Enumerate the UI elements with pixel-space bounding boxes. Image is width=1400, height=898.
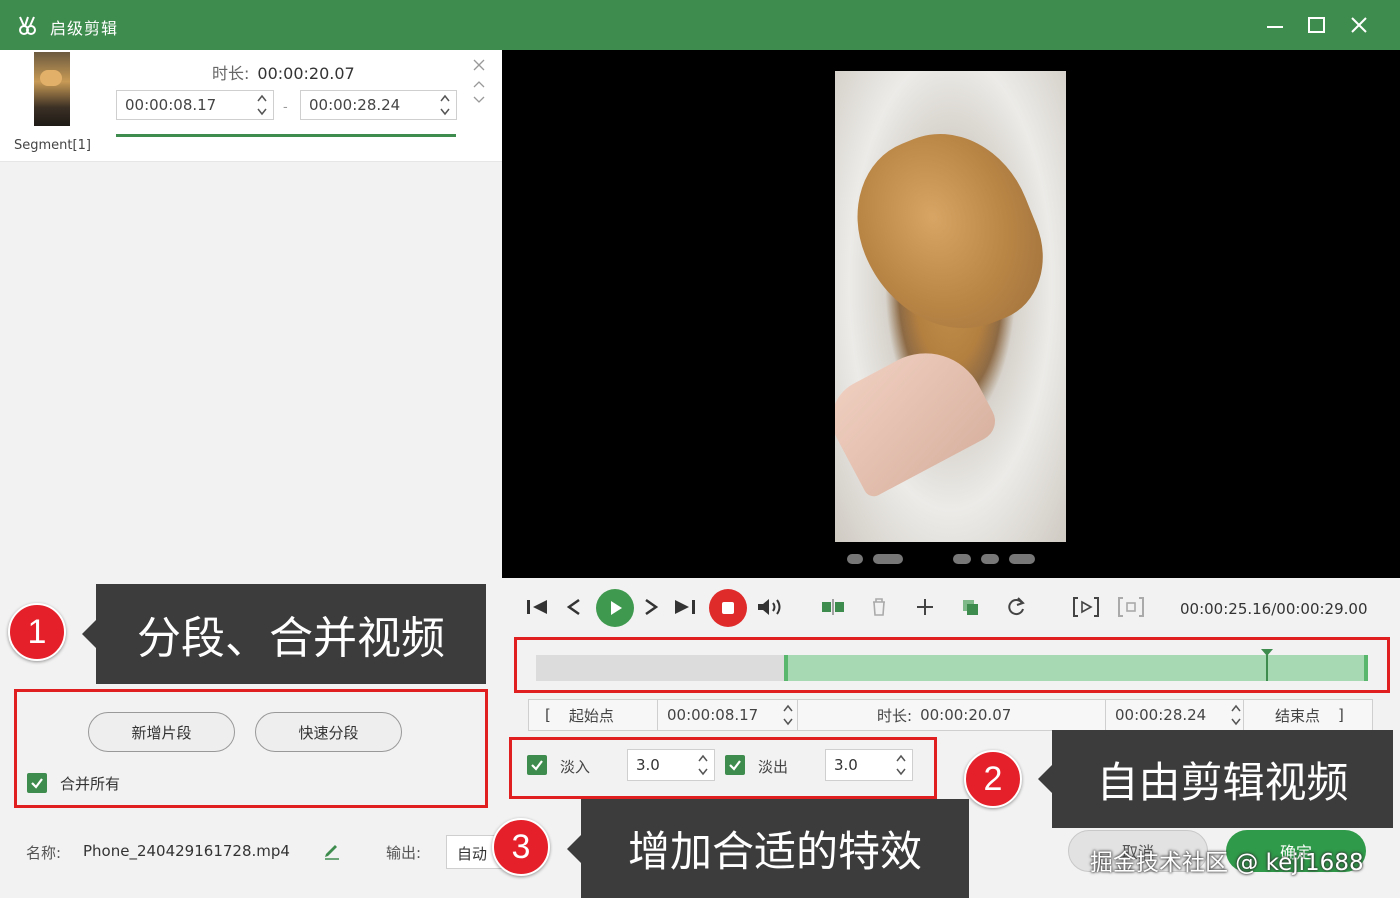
highlight-box-fade — [509, 737, 937, 799]
set-start-button[interactable]: [ 起始点 — [545, 700, 614, 730]
maximize-button[interactable] — [1304, 12, 1330, 38]
previous-frame-button[interactable] — [559, 592, 589, 622]
spinner-arrows-icon[interactable] — [1229, 702, 1243, 728]
remove-segment-icon[interactable] — [472, 58, 486, 72]
end-point-label: 结束点 — [1275, 706, 1321, 725]
range-row: [ 起始点 00:00:08.17 时长: 00:00:20.07 00:00:… — [528, 699, 1373, 731]
spinner-arrows-icon[interactable] — [438, 92, 452, 118]
play-icon — [611, 601, 622, 615]
segment-label: Segment[1] — [14, 138, 91, 153]
play-button[interactable] — [596, 589, 634, 627]
annotation-number-2: 2 — [964, 750, 1022, 808]
segment-duration-value: 00:00:20.07 — [257, 64, 355, 83]
range-duration: 时长: 00:00:20.07 — [877, 700, 1011, 730]
spinner-arrows-icon[interactable] — [781, 702, 795, 728]
playback-toolbar: 00:00:25.16/00:00:29.00 — [502, 578, 1400, 640]
copy-button[interactable] — [955, 592, 985, 622]
stop-button[interactable] — [709, 589, 747, 627]
close-icon — [1351, 17, 1367, 33]
minimize-icon — [1267, 26, 1283, 28]
annotation-number-3: 3 — [492, 818, 550, 876]
highlight-box-timeline — [514, 637, 1390, 693]
end-bracket: ] — [1338, 706, 1344, 724]
next-frame-button[interactable] — [636, 592, 666, 622]
range-duration-label: 时长: — [877, 706, 913, 725]
stop-icon — [722, 602, 734, 614]
start-time-value: 00:00:08.17 — [667, 706, 759, 724]
next-frame-icon — [645, 598, 659, 616]
video-overlay-icons — [835, 545, 1066, 573]
app-title: 启级剪辑 — [50, 19, 119, 38]
annotation-number-1: 1 — [8, 603, 66, 661]
output-label: 输出: — [386, 844, 422, 862]
maximize-icon — [1308, 17, 1325, 33]
annotation-callout-2: 自由剪辑视频 — [1038, 730, 1393, 828]
minimize-button[interactable] — [1262, 12, 1288, 38]
title-bar: 启级剪辑 — [0, 0, 1400, 50]
start-time-input[interactable]: 00:00:08.17 — [667, 700, 795, 730]
highlight-box-segments — [14, 689, 488, 808]
move-up-icon[interactable] — [473, 80, 485, 88]
end-time-value: 00:00:28.24 — [1115, 706, 1207, 724]
reset-button[interactable] — [1001, 592, 1031, 622]
stop-selection-icon — [1118, 597, 1144, 617]
play-selection-button[interactable] — [1071, 592, 1101, 622]
annotation-callout-1: 分段、合并视频 — [82, 584, 486, 684]
file-name-label: 名称: — [26, 844, 62, 862]
file-name-value: Phone_240429161728.mp4 — [83, 842, 290, 860]
range-duration-value: 00:00:20.07 — [920, 706, 1012, 724]
stop-selection-button[interactable] — [1116, 592, 1146, 622]
go-to-start-button[interactable] — [522, 592, 552, 622]
play-selection-icon — [1073, 597, 1099, 617]
segment-thumbnail[interactable] — [34, 52, 70, 126]
spinner-arrows-icon[interactable] — [255, 92, 269, 118]
plus-icon — [917, 599, 933, 615]
segment-start-value: 00:00:08.17 — [125, 96, 217, 114]
edit-icon[interactable] — [322, 840, 342, 860]
segment-duration-label: 时长: — [212, 64, 250, 83]
annotation-callout-3: 增加合适的特效 — [567, 799, 969, 898]
time-readout: 00:00:25.16/00:00:29.00 — [1180, 600, 1368, 618]
output-value: 自动 — [457, 845, 488, 863]
close-window-button[interactable] — [1346, 12, 1372, 38]
watermark: 掘金技术社区 @ keji1688 — [1090, 850, 1364, 876]
segment-end-input[interactable]: 00:00:28.24 — [300, 90, 457, 120]
segment-end-value: 00:00:28.24 — [309, 96, 401, 114]
segment-card[interactable]: Segment[1] 时长: 00:00:20.07 00:00:08.17 - … — [0, 50, 502, 162]
segment-range-separator: - — [283, 100, 288, 115]
volume-button[interactable] — [755, 592, 785, 622]
set-end-button[interactable]: 结束点 ] — [1275, 700, 1344, 730]
go-to-end-button[interactable] — [670, 592, 700, 622]
split-button[interactable] — [818, 592, 848, 622]
segment-start-input[interactable]: 00:00:08.17 — [116, 90, 274, 120]
start-point-label: 起始点 — [568, 706, 614, 725]
app-logo-icon — [19, 16, 36, 35]
video-preview[interactable] — [502, 50, 1400, 578]
add-button[interactable] — [910, 592, 940, 622]
move-down-icon[interactable] — [473, 96, 485, 104]
trash-icon — [873, 598, 885, 616]
start-bracket: [ — [545, 706, 551, 724]
segment-progress-bar — [116, 134, 456, 137]
video-frame — [835, 71, 1066, 542]
copy-icon — [963, 600, 978, 615]
skip-start-icon — [527, 600, 547, 614]
segment-duration: 时长: 00:00:20.07 — [212, 60, 355, 84]
delete-button[interactable] — [864, 592, 894, 622]
skip-end-icon — [675, 600, 695, 614]
volume-icon — [758, 599, 781, 615]
refresh-icon — [1008, 597, 1025, 616]
previous-frame-icon — [566, 598, 580, 616]
split-icon — [822, 599, 844, 615]
end-time-input[interactable]: 00:00:28.24 — [1115, 700, 1243, 730]
